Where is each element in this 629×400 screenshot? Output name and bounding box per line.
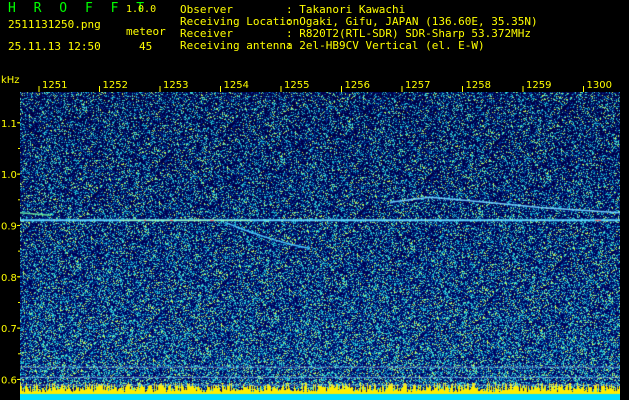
- time-tick-label: 1259: [526, 80, 551, 91]
- info-value-antenna: : 2el-HB9CV Vertical (el. E-W): [286, 39, 485, 52]
- capture-mode: meteor: [126, 25, 166, 38]
- axes-layer: kHz 1251 1252 1253 1254 1255 1256 1257 1258 1259…: [1, 75, 612, 386]
- meteor-count: 45: [139, 40, 153, 53]
- time-tick-label: 1251: [42, 80, 67, 91]
- freq-tick-label: 0.7: [1, 324, 17, 335]
- info-label-antenna: Receiving antenna: [180, 39, 293, 52]
- freq-tick-label: 1.1: [1, 119, 17, 130]
- time-tick-label: 1258: [466, 80, 491, 91]
- time-tick-label: 1255: [284, 80, 309, 91]
- time-tick-label: 1252: [103, 80, 128, 91]
- time-tick-label: 1253: [163, 80, 188, 91]
- freq-tick-label: 1.0: [1, 170, 17, 181]
- freq-unit-label: kHz: [1, 75, 20, 86]
- freq-tick-label: 0.8: [1, 273, 17, 284]
- time-tick-label: 1256: [345, 80, 370, 91]
- capture-filename: 2511131250.png: [8, 18, 101, 31]
- capture-datetime: 25.11.13 12:50: [8, 40, 101, 53]
- time-tick-label: 1300: [587, 80, 612, 91]
- time-tick-label: 1257: [405, 80, 430, 91]
- app-version: 1.0.0: [126, 4, 157, 15]
- spectrogram-panel: kHz 1251 1252 1253 1254 1255 1256 1257 1258 1259…: [0, 72, 629, 400]
- header-panel: H R O F F T 1.0.0 2511131250.png 25.11.1…: [0, 0, 629, 70]
- time-tick-label: 1254: [224, 80, 249, 91]
- freq-tick-label: 0.9: [1, 221, 17, 232]
- freq-tick-label: 0.6: [1, 375, 17, 386]
